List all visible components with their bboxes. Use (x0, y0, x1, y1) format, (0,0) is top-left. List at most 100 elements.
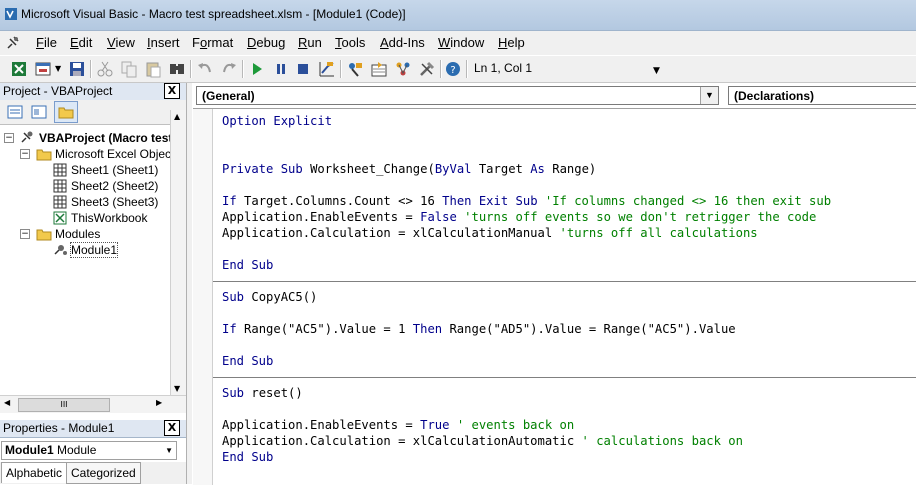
chevron-down-icon[interactable]: ▼ (700, 87, 718, 104)
collapse-icon[interactable]: − (20, 229, 30, 239)
code-line[interactable]: Application.EnableEvents = True ' events… (222, 418, 574, 432)
code-line[interactable]: End Sub (222, 450, 273, 464)
help-icon[interactable]: ? (444, 60, 462, 78)
menu-tools[interactable]: Tools (335, 35, 365, 50)
properties-object-select[interactable]: Module1 Module ▼ (1, 441, 177, 460)
menu-window[interactable]: Window (438, 35, 484, 50)
object-browser-icon[interactable] (394, 60, 412, 78)
scroll-thumb[interactable]: III (18, 398, 110, 412)
insert-userform-icon[interactable] (34, 60, 52, 78)
code-keyword: If (222, 194, 245, 208)
design-mode-icon[interactable] (318, 60, 336, 78)
toolbar-options-icon[interactable]: ▼ (653, 66, 660, 76)
tree-item[interactable]: Modules (55, 227, 100, 241)
tree-item[interactable]: VBAProject (Macro test (39, 131, 172, 145)
procedure-combo[interactable]: (Declarations) (728, 86, 916, 105)
menu-add-ins[interactable]: Add-Ins (380, 35, 425, 50)
view-code-icon[interactable] (6, 103, 24, 121)
run-icon[interactable] (248, 60, 266, 78)
menu-format[interactable]: Format (192, 35, 233, 50)
scroll-left-icon[interactable]: ◀ (4, 398, 10, 407)
tree-item[interactable]: Microsoft Excel Objects (55, 147, 180, 161)
reset-icon[interactable] (294, 60, 312, 78)
code-line[interactable]: End Sub (222, 354, 273, 368)
code-line[interactable]: Application.EnableEvents = False 'turns … (222, 210, 816, 224)
sheet-icon (53, 179, 67, 193)
menu-label-part: nsert (150, 35, 180, 50)
code-keyword: End Sub (222, 258, 274, 272)
project-horizontal-scrollbar[interactable]: ◀ III ▶ (0, 395, 186, 413)
scroll-up-icon[interactable]: ▲ (174, 112, 180, 121)
collapse-icon[interactable]: − (4, 133, 14, 143)
code-line[interactable]: End Sub (222, 258, 273, 272)
tree-item[interactable]: Sheet2 (Sheet2) (71, 179, 158, 193)
procedure-separator (213, 281, 916, 282)
project-vertical-scrollbar[interactable]: ▲ ▼ (170, 110, 187, 395)
menu-insert[interactable]: Insert (147, 35, 180, 50)
code-text: Target.Columns.Count <> 16 (244, 194, 443, 208)
break-icon[interactable] (272, 60, 290, 78)
view-object-icon[interactable] (30, 103, 48, 121)
pane-splitter[interactable] (186, 83, 192, 484)
properties-window-icon[interactable] (370, 60, 388, 78)
toolbox-icon[interactable] (418, 60, 436, 78)
module-icon (54, 245, 67, 255)
save-icon[interactable] (68, 60, 86, 78)
menu-edit[interactable]: Edit (70, 35, 92, 50)
tree-item[interactable]: Sheet3 (Sheet3) (71, 195, 158, 209)
code-line[interactable]: Application.Calculation = xlCalculationM… (222, 226, 758, 240)
menu-label-part: R (298, 35, 308, 50)
close-icon[interactable]: X (164, 83, 180, 99)
menu-label-part: ile (43, 35, 57, 50)
menu-view[interactable]: View (107, 35, 135, 50)
code-line[interactable]: If Range("AC5").Value = 1 Then Range("AD… (222, 322, 736, 336)
tree-item[interactable]: Module1 (69, 242, 119, 258)
tree-item[interactable]: Sheet1 (Sheet1) (71, 163, 158, 177)
object-combo[interactable]: (General) ▼ (196, 86, 719, 105)
code-keyword: As (530, 162, 553, 176)
title-bar: Microsoft Visual Basic - Macro test spre… (0, 0, 916, 31)
code-keyword: If (222, 322, 245, 336)
menu-debug[interactable]: Debug (247, 35, 285, 50)
code-line[interactable]: Private Sub Worksheet_Change(ByVal Targe… (222, 162, 596, 176)
chevron-down-icon[interactable]: ▼ (165, 442, 173, 459)
toggle-folders-button[interactable] (54, 101, 78, 123)
tree-item[interactable]: ThisWorkbook (71, 211, 147, 225)
standard-toolbar: ▼ ? (0, 56, 916, 83)
close-icon[interactable]: X (164, 420, 180, 436)
tab-alphabetic[interactable]: Alphabetic (1, 462, 68, 483)
find-icon[interactable] (168, 60, 186, 78)
code-line[interactable]: If Target.Columns.Count <> 16 Then Exit … (222, 194, 831, 208)
code-line[interactable]: Option Explicit (222, 114, 332, 128)
project-explorer-icon[interactable] (346, 60, 364, 78)
code-line[interactable]: Sub reset() (222, 386, 303, 400)
code-text: Range("AD5").Value = Range("AC5").Value (449, 322, 736, 336)
project-tree: − VBAProject (Macro test − Microsoft Excel … (0, 125, 181, 395)
menu-help[interactable]: Help (498, 35, 525, 50)
view-excel-icon[interactable] (10, 60, 28, 78)
menu-label-part: dd-Ins (388, 35, 425, 50)
copy-icon[interactable] (120, 60, 138, 78)
menu-label-part: rmat (207, 35, 234, 50)
chevron-down-icon[interactable]: ▼ (55, 64, 61, 73)
object-name: Module1 (5, 443, 54, 457)
toolbar-grip-icon (7, 36, 19, 49)
cut-icon[interactable] (96, 60, 114, 78)
code-line[interactable]: Sub CopyAC5() (222, 290, 317, 304)
menu-file[interactable]: File (36, 35, 57, 50)
code-text: Application.Calculation = xlCalculationA… (222, 434, 582, 448)
scroll-right-icon[interactable]: ▶ (156, 398, 162, 407)
code-comment: ' events back on (456, 418, 575, 432)
window-title: Microsoft Visual Basic - Macro test spre… (21, 7, 406, 21)
code-line[interactable]: Application.Calculation = xlCalculationA… (222, 434, 743, 448)
collapse-icon[interactable]: − (20, 149, 30, 159)
tab-categorized[interactable]: Categorized (66, 462, 141, 484)
undo-icon[interactable] (196, 60, 214, 78)
menu-run[interactable]: Run (298, 35, 322, 50)
scroll-down-icon[interactable]: ▼ (174, 384, 180, 393)
paste-icon[interactable] (144, 60, 162, 78)
code-editor[interactable]: Option Explicit Private Sub Worksheet_Cha… (193, 108, 916, 485)
code-text: Application.EnableEvents = (222, 418, 421, 432)
redo-icon[interactable] (220, 60, 238, 78)
code-margin-indicator-bar[interactable] (193, 109, 213, 485)
